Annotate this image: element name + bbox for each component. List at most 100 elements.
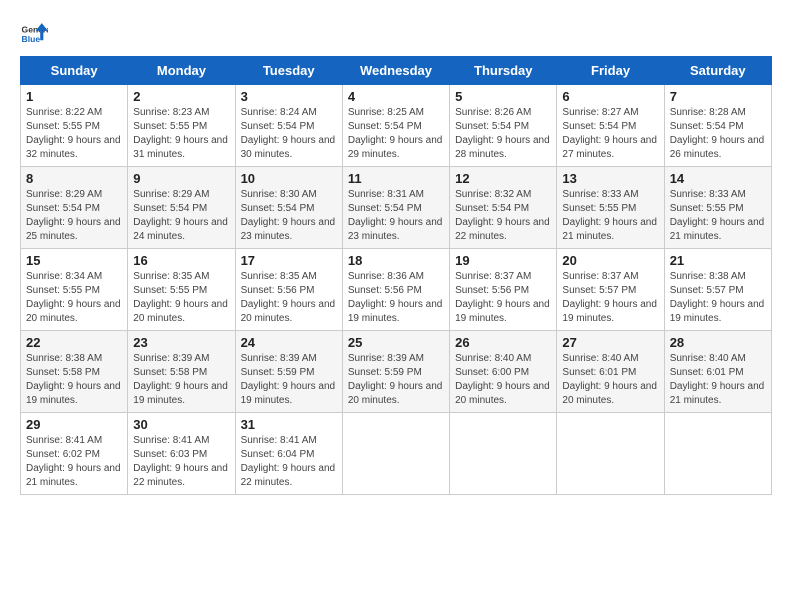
- calendar-day-cell: 15 Sunrise: 8:34 AMSunset: 5:55 PMDaylig…: [21, 249, 128, 331]
- logo-icon: General Blue: [20, 20, 48, 48]
- calendar-day-cell: 30 Sunrise: 8:41 AMSunset: 6:03 PMDaylig…: [128, 413, 235, 495]
- calendar-day-cell: 27 Sunrise: 8:40 AMSunset: 6:01 PMDaylig…: [557, 331, 664, 413]
- calendar-day-cell: 14 Sunrise: 8:33 AMSunset: 5:55 PMDaylig…: [664, 167, 771, 249]
- calendar-day-cell: 12 Sunrise: 8:32 AMSunset: 5:54 PMDaylig…: [450, 167, 557, 249]
- day-number: 24: [241, 335, 337, 350]
- day-info: Sunrise: 8:25 AMSunset: 5:54 PMDaylight:…: [348, 107, 443, 160]
- calendar-day-cell: 18 Sunrise: 8:36 AMSunset: 5:56 PMDaylig…: [342, 249, 449, 331]
- day-number: 2: [133, 89, 229, 104]
- day-info: Sunrise: 8:33 AMSunset: 5:55 PMDaylight:…: [670, 189, 765, 242]
- day-info: Sunrise: 8:39 AMSunset: 5:59 PMDaylight:…: [241, 353, 336, 406]
- day-info: Sunrise: 8:26 AMSunset: 5:54 PMDaylight:…: [455, 107, 550, 160]
- day-info: Sunrise: 8:39 AMSunset: 5:58 PMDaylight:…: [133, 353, 228, 406]
- day-info: Sunrise: 8:40 AMSunset: 6:00 PMDaylight:…: [455, 353, 550, 406]
- calendar-day-cell: 10 Sunrise: 8:30 AMSunset: 5:54 PMDaylig…: [235, 167, 342, 249]
- day-number: 11: [348, 171, 444, 186]
- calendar-day-cell: 3 Sunrise: 8:24 AMSunset: 5:54 PMDayligh…: [235, 85, 342, 167]
- weekday-header-row: SundayMondayTuesdayWednesdayThursdayFrid…: [21, 57, 772, 85]
- calendar-day-cell: 4 Sunrise: 8:25 AMSunset: 5:54 PMDayligh…: [342, 85, 449, 167]
- svg-text:Blue: Blue: [22, 34, 41, 44]
- day-number: 16: [133, 253, 229, 268]
- day-info: Sunrise: 8:34 AMSunset: 5:55 PMDaylight:…: [26, 271, 121, 324]
- calendar-week-row: 1 Sunrise: 8:22 AMSunset: 5:55 PMDayligh…: [21, 85, 772, 167]
- day-info: Sunrise: 8:36 AMSunset: 5:56 PMDaylight:…: [348, 271, 443, 324]
- calendar-day-cell: 19 Sunrise: 8:37 AMSunset: 5:56 PMDaylig…: [450, 249, 557, 331]
- day-info: Sunrise: 8:30 AMSunset: 5:54 PMDaylight:…: [241, 189, 336, 242]
- calendar-day-cell: 6 Sunrise: 8:27 AMSunset: 5:54 PMDayligh…: [557, 85, 664, 167]
- day-number: 22: [26, 335, 122, 350]
- day-number: 31: [241, 417, 337, 432]
- calendar-day-cell: 2 Sunrise: 8:23 AMSunset: 5:55 PMDayligh…: [128, 85, 235, 167]
- day-number: 13: [562, 171, 658, 186]
- calendar-day-cell: 17 Sunrise: 8:35 AMSunset: 5:56 PMDaylig…: [235, 249, 342, 331]
- day-number: 9: [133, 171, 229, 186]
- day-number: 12: [455, 171, 551, 186]
- calendar-day-cell: 29 Sunrise: 8:41 AMSunset: 6:02 PMDaylig…: [21, 413, 128, 495]
- day-number: 10: [241, 171, 337, 186]
- calendar-week-row: 8 Sunrise: 8:29 AMSunset: 5:54 PMDayligh…: [21, 167, 772, 249]
- calendar-day-cell: 23 Sunrise: 8:39 AMSunset: 5:58 PMDaylig…: [128, 331, 235, 413]
- day-number: 20: [562, 253, 658, 268]
- day-number: 21: [670, 253, 766, 268]
- calendar-day-cell: 9 Sunrise: 8:29 AMSunset: 5:54 PMDayligh…: [128, 167, 235, 249]
- day-number: 3: [241, 89, 337, 104]
- calendar-day-cell: [557, 413, 664, 495]
- calendar-day-cell: 26 Sunrise: 8:40 AMSunset: 6:00 PMDaylig…: [450, 331, 557, 413]
- calendar-day-cell: 25 Sunrise: 8:39 AMSunset: 5:59 PMDaylig…: [342, 331, 449, 413]
- day-number: 4: [348, 89, 444, 104]
- calendar-week-row: 29 Sunrise: 8:41 AMSunset: 6:02 PMDaylig…: [21, 413, 772, 495]
- day-number: 17: [241, 253, 337, 268]
- weekday-header-cell: Wednesday: [342, 57, 449, 85]
- calendar-body: 1 Sunrise: 8:22 AMSunset: 5:55 PMDayligh…: [21, 85, 772, 495]
- day-number: 18: [348, 253, 444, 268]
- day-number: 8: [26, 171, 122, 186]
- day-info: Sunrise: 8:41 AMSunset: 6:02 PMDaylight:…: [26, 435, 121, 488]
- weekday-header-cell: Thursday: [450, 57, 557, 85]
- day-number: 7: [670, 89, 766, 104]
- weekday-header-cell: Friday: [557, 57, 664, 85]
- day-info: Sunrise: 8:37 AMSunset: 5:57 PMDaylight:…: [562, 271, 657, 324]
- day-info: Sunrise: 8:38 AMSunset: 5:58 PMDaylight:…: [26, 353, 121, 406]
- calendar-day-cell: [342, 413, 449, 495]
- calendar-day-cell: 28 Sunrise: 8:40 AMSunset: 6:01 PMDaylig…: [664, 331, 771, 413]
- day-info: Sunrise: 8:37 AMSunset: 5:56 PMDaylight:…: [455, 271, 550, 324]
- day-info: Sunrise: 8:41 AMSunset: 6:03 PMDaylight:…: [133, 435, 228, 488]
- weekday-header-cell: Monday: [128, 57, 235, 85]
- day-info: Sunrise: 8:28 AMSunset: 5:54 PMDaylight:…: [670, 107, 765, 160]
- day-info: Sunrise: 8:31 AMSunset: 5:54 PMDaylight:…: [348, 189, 443, 242]
- calendar-day-cell: [450, 413, 557, 495]
- calendar-day-cell: 31 Sunrise: 8:41 AMSunset: 6:04 PMDaylig…: [235, 413, 342, 495]
- calendar-day-cell: 20 Sunrise: 8:37 AMSunset: 5:57 PMDaylig…: [557, 249, 664, 331]
- calendar-day-cell: 24 Sunrise: 8:39 AMSunset: 5:59 PMDaylig…: [235, 331, 342, 413]
- calendar-day-cell: 21 Sunrise: 8:38 AMSunset: 5:57 PMDaylig…: [664, 249, 771, 331]
- calendar-day-cell: 11 Sunrise: 8:31 AMSunset: 5:54 PMDaylig…: [342, 167, 449, 249]
- day-number: 15: [26, 253, 122, 268]
- calendar-week-row: 15 Sunrise: 8:34 AMSunset: 5:55 PMDaylig…: [21, 249, 772, 331]
- day-number: 19: [455, 253, 551, 268]
- day-info: Sunrise: 8:22 AMSunset: 5:55 PMDaylight:…: [26, 107, 121, 160]
- calendar-day-cell: 22 Sunrise: 8:38 AMSunset: 5:58 PMDaylig…: [21, 331, 128, 413]
- calendar-day-cell: [664, 413, 771, 495]
- day-info: Sunrise: 8:40 AMSunset: 6:01 PMDaylight:…: [670, 353, 765, 406]
- weekday-header-cell: Sunday: [21, 57, 128, 85]
- day-number: 27: [562, 335, 658, 350]
- day-info: Sunrise: 8:23 AMSunset: 5:55 PMDaylight:…: [133, 107, 228, 160]
- day-info: Sunrise: 8:33 AMSunset: 5:55 PMDaylight:…: [562, 189, 657, 242]
- day-number: 5: [455, 89, 551, 104]
- day-number: 26: [455, 335, 551, 350]
- day-info: Sunrise: 8:39 AMSunset: 5:59 PMDaylight:…: [348, 353, 443, 406]
- day-info: Sunrise: 8:41 AMSunset: 6:04 PMDaylight:…: [241, 435, 336, 488]
- day-info: Sunrise: 8:40 AMSunset: 6:01 PMDaylight:…: [562, 353, 657, 406]
- calendar-week-row: 22 Sunrise: 8:38 AMSunset: 5:58 PMDaylig…: [21, 331, 772, 413]
- day-info: Sunrise: 8:27 AMSunset: 5:54 PMDaylight:…: [562, 107, 657, 160]
- calendar-table: SundayMondayTuesdayWednesdayThursdayFrid…: [20, 56, 772, 495]
- day-info: Sunrise: 8:38 AMSunset: 5:57 PMDaylight:…: [670, 271, 765, 324]
- day-number: 29: [26, 417, 122, 432]
- weekday-header-cell: Saturday: [664, 57, 771, 85]
- day-info: Sunrise: 8:32 AMSunset: 5:54 PMDaylight:…: [455, 189, 550, 242]
- calendar-day-cell: 13 Sunrise: 8:33 AMSunset: 5:55 PMDaylig…: [557, 167, 664, 249]
- calendar-day-cell: 7 Sunrise: 8:28 AMSunset: 5:54 PMDayligh…: [664, 85, 771, 167]
- day-number: 6: [562, 89, 658, 104]
- day-number: 28: [670, 335, 766, 350]
- day-info: Sunrise: 8:35 AMSunset: 5:55 PMDaylight:…: [133, 271, 228, 324]
